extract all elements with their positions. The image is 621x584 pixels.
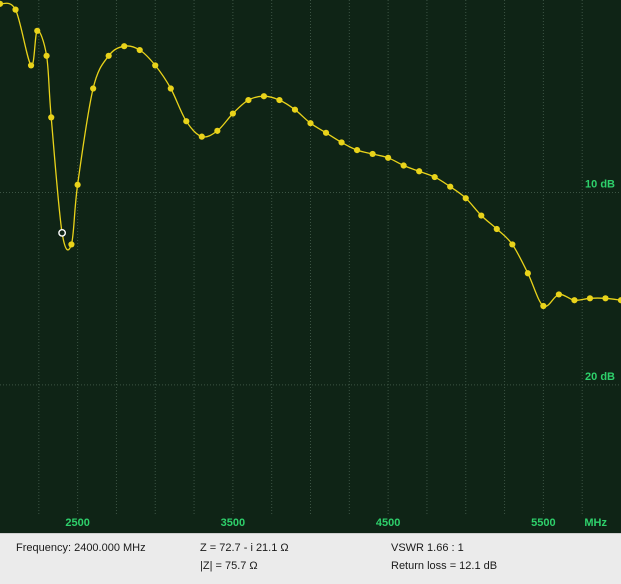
data-point	[43, 52, 50, 59]
data-point	[322, 129, 330, 136]
data-point	[260, 93, 268, 100]
data-point	[276, 96, 283, 104]
data-point	[245, 96, 252, 104]
x-tick-label: 5500	[531, 517, 555, 529]
data-point	[385, 154, 392, 161]
data-point	[136, 46, 143, 54]
x-tick-label: 4500	[376, 517, 400, 529]
data-point	[152, 62, 159, 69]
x-tick-label: 2500	[65, 517, 89, 529]
data-point	[540, 302, 547, 310]
data-point	[214, 127, 221, 134]
plot-area[interactable]: 10 dB 20 dB 2500 3500 4500 5500 MHz	[0, 0, 621, 533]
data-point	[229, 110, 236, 117]
data-point	[48, 114, 55, 121]
data-point	[198, 133, 205, 140]
return-loss-chart[interactable]: 10 dB 20 dB 2500 3500 4500 5500 MHz	[0, 0, 621, 533]
data-point	[90, 85, 97, 92]
data-point	[400, 162, 407, 169]
data-point	[416, 168, 423, 175]
data-point	[74, 181, 81, 188]
data-point	[447, 183, 454, 190]
frequency-marker	[58, 228, 66, 237]
data-point	[586, 295, 594, 302]
return-loss-readout: Return loss = 12.1 dB	[391, 560, 498, 572]
data-point	[34, 27, 41, 34]
data-point	[307, 120, 314, 127]
x-unit-label: MHz	[584, 517, 607, 529]
data-point	[12, 6, 19, 13]
data-point	[105, 52, 112, 59]
data-point	[121, 43, 128, 50]
data-point	[369, 150, 376, 158]
data-point	[353, 147, 361, 154]
status-bar: Frequency: 2400.000 MHz Z = 72.7 - i 21.…	[0, 533, 621, 584]
data-point	[338, 139, 345, 146]
data-point	[291, 106, 299, 113]
data-point	[571, 297, 578, 304]
frequency-readout: Frequency: 2400.000 MHz	[16, 542, 146, 554]
impedance-readout: Z = 72.7 - i 21.1 Ω	[200, 542, 289, 554]
data-point	[478, 212, 485, 219]
data-point	[555, 291, 563, 298]
x-tick-label: 3500	[221, 517, 245, 529]
data-point	[524, 270, 531, 277]
y-tick-label: 10 dB	[585, 178, 615, 190]
data-point	[167, 85, 174, 92]
data-point	[509, 241, 516, 248]
data-point	[68, 241, 75, 248]
y-tick-label: 20 dB	[585, 371, 615, 383]
abs-impedance-readout: |Z| = 75.7 Ω	[200, 560, 258, 572]
vswr-readout: VSWR 1.66 : 1	[391, 542, 464, 554]
data-point	[462, 195, 469, 202]
data-point	[27, 62, 35, 69]
data-point	[602, 295, 609, 302]
data-point	[183, 118, 190, 125]
data-point	[493, 225, 500, 233]
data-point	[431, 173, 438, 181]
